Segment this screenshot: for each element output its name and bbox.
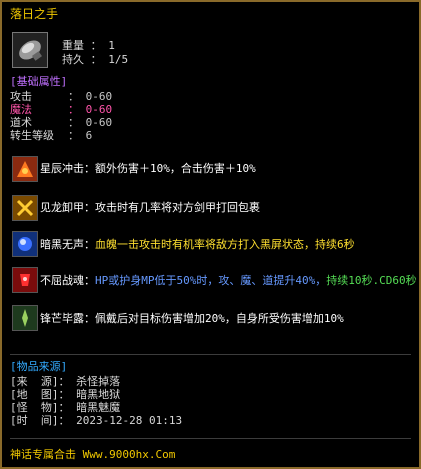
stat-label: 魔法 bbox=[10, 103, 32, 116]
glove-item-icon bbox=[12, 32, 48, 68]
sharp-edge-icon bbox=[12, 305, 38, 331]
skill-unyielding-soul: 不屈战魂：HP或护身MP低于50%时，攻、魔、道提升40%，持续10秒.CD60… bbox=[40, 274, 417, 287]
skill-duration: 持续10秒. bbox=[326, 274, 380, 287]
dragon-unarmor-icon bbox=[12, 195, 38, 221]
source-value: ： 暗黑地狱 bbox=[58, 388, 121, 401]
stat-rebirth-level: 转生等级 ： 6 bbox=[10, 129, 92, 142]
star-impact-icon bbox=[12, 156, 38, 182]
skill-dragon-unarmor: 见龙卸甲：攻击时有几率将对方剑甲打回包裹 bbox=[40, 201, 260, 214]
skill-star-impact: 星辰冲击：额外伤害＋10%，合击伤害＋10% bbox=[40, 162, 256, 175]
dark-silence-icon bbox=[12, 231, 38, 257]
skill-name: 星辰冲击： bbox=[40, 162, 95, 175]
item-title: 落日之手 bbox=[10, 7, 59, 21]
source-origin: [来 源]： 杀怪掉落 bbox=[10, 375, 120, 388]
item-tooltip: 落日之手 重量 ： 1 持久 ： 1/5 [基础属性] 攻击 ： 0-60 魔法 ：… bbox=[0, 0, 421, 469]
skill-desc: 攻击时有几率将对方剑甲打回包裹 bbox=[95, 201, 260, 214]
skill-desc: HP或护身MP低于50%时，攻、魔、道提升40%， bbox=[95, 274, 327, 287]
base-attributes-header: [基础属性] bbox=[10, 75, 68, 88]
source-label: [怪 物] bbox=[10, 401, 59, 414]
skill-desc: 额外伤害＋10%，合击伤害＋10% bbox=[95, 162, 256, 175]
divider bbox=[10, 354, 411, 355]
stat-value: ： 0-60 bbox=[68, 90, 113, 103]
stat-value: ： 0-60 bbox=[68, 103, 113, 116]
source-monster: [怪 物]： 暗黑魅魔 bbox=[10, 401, 120, 414]
item-source-header: [物品来源] bbox=[10, 360, 68, 373]
item-durability: 持久 ： 1/5 bbox=[62, 53, 129, 66]
stat-value: ： 6 bbox=[68, 129, 93, 142]
source-value: ： 杀怪掉落 bbox=[58, 375, 121, 388]
divider bbox=[10, 438, 411, 439]
stat-value: ： 0-60 bbox=[68, 116, 113, 129]
skill-name: 不屈战魂： bbox=[40, 274, 95, 287]
skill-dark-silence: 暗黑无声：血魄一击攻击时有机率将敌方打入黑屏状态，持续6秒 bbox=[40, 238, 355, 251]
source-time: [时 间]： 2023-12-28 01:13 bbox=[10, 414, 182, 427]
skill-name: 锋芒毕露： bbox=[40, 312, 95, 325]
stat-attack: 攻击 ： 0-60 bbox=[10, 90, 112, 103]
stat-magic: 魔法 ： 0-60 bbox=[10, 103, 112, 116]
skill-desc: 血魄一击攻击时有机率将敌方打入黑屏状态，持续6秒 bbox=[95, 238, 355, 251]
stat-taoism: 道术 ： 0-60 bbox=[10, 116, 112, 129]
skill-sharp-edge: 锋芒毕露：佩戴后对目标伤害增加20%，自身所受伤害增加10% bbox=[40, 312, 344, 325]
source-label: [来 源] bbox=[10, 375, 59, 388]
skill-desc: 佩戴后对目标伤害增加20%，自身所受伤害增加10% bbox=[95, 312, 344, 325]
source-label: [地 图] bbox=[10, 388, 59, 401]
source-value: ： 暗黑魅魔 bbox=[58, 401, 121, 414]
stat-label: 道术 bbox=[10, 116, 32, 129]
footer-url: Www.9000hx.Com bbox=[82, 448, 176, 461]
skill-name: 暗黑无声： bbox=[40, 238, 95, 251]
footer-text: 神话专属合击 Www.9000hx.Com bbox=[10, 448, 175, 461]
stat-label: 攻击 bbox=[10, 90, 32, 103]
skill-cooldown: CD60秒 bbox=[379, 274, 417, 287]
stat-label: 转生等级 bbox=[10, 129, 54, 142]
footer-prefix: 神话专属合击 bbox=[10, 448, 76, 461]
source-map: [地 图]： 暗黑地狱 bbox=[10, 388, 120, 401]
item-weight: 重量 ： 1 bbox=[62, 39, 115, 52]
skill-name: 见龙卸甲： bbox=[40, 201, 95, 214]
unyielding-soul-icon bbox=[12, 267, 38, 293]
source-label: [时 间] bbox=[10, 414, 59, 427]
source-value: ： 2023-12-28 01:13 bbox=[58, 414, 183, 427]
